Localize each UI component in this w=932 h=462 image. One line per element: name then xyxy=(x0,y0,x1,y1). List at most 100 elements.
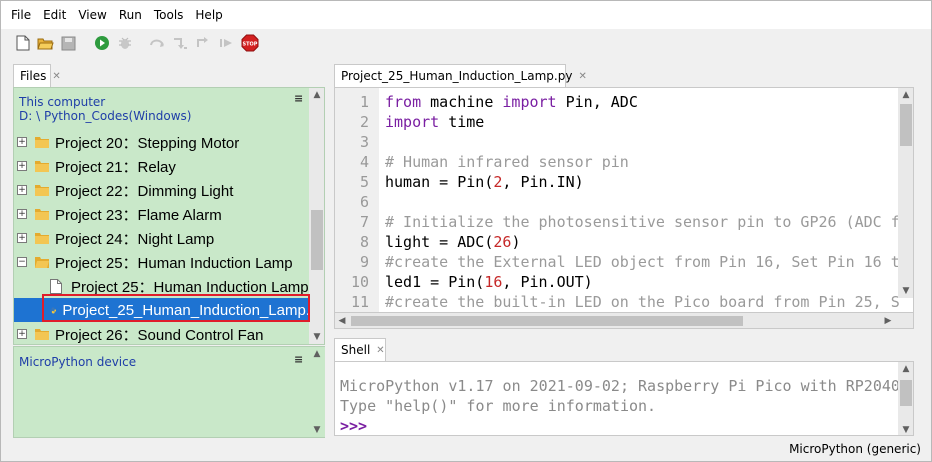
code-text: import time xyxy=(385,112,484,132)
shell-console[interactable]: MicroPython v1.17 on 2021-09-02; Raspber… xyxy=(334,361,914,436)
tree-row-project-26[interactable]: + Project 26：Sound Control Fan xyxy=(14,322,310,344)
file-tree: + Project 20：Stepping Motor + Project 21… xyxy=(14,130,310,344)
shell-scrollbar[interactable]: ▲ ▼ xyxy=(898,362,913,435)
step-out-icon[interactable] xyxy=(194,34,213,53)
tab-files[interactable]: Files ✕ xyxy=(13,64,61,87)
code-token: #create the External LED object from Pin… xyxy=(385,253,900,271)
folder-icon xyxy=(35,233,49,244)
expand-icon[interactable]: + xyxy=(17,161,27,171)
line-number: 10 xyxy=(350,273,369,291)
expand-icon[interactable]: + xyxy=(17,329,27,339)
code-text: led1 = Pin(16, Pin.OUT) xyxy=(385,272,593,292)
tab-editor-label: Project_25_Human_Induction_Lamp.py xyxy=(341,69,573,83)
code-token: led1 = Pin( xyxy=(385,273,485,291)
code-line[interactable]: 11 #create the built-in LED on the Pico b… xyxy=(335,292,913,312)
menu-tools[interactable]: Tools xyxy=(148,1,190,29)
code-line[interactable]: 10 led1 = Pin(16, Pin.OUT) xyxy=(335,272,913,292)
tab-shell[interactable]: Shell ✕ xyxy=(334,338,386,361)
expand-icon[interactable]: + xyxy=(17,185,27,195)
open-folder-icon[interactable] xyxy=(36,34,55,53)
code-text: human = Pin(2, Pin.IN) xyxy=(385,172,584,192)
expand-icon[interactable]: + xyxy=(17,209,27,219)
tree-row-project-25[interactable]: − Project 25：Human Induction Lamp xyxy=(14,250,310,274)
editor-hscrollbar[interactable]: ◀ ▶ xyxy=(334,313,914,329)
interpreter-selector[interactable]: MicroPython (generic) xyxy=(789,442,921,456)
new-file-icon[interactable] xyxy=(13,34,32,53)
code-editor[interactable]: 1 from machine import Pin, ADC 2 import tim… xyxy=(334,87,914,313)
shell-scrollbar-thumb[interactable] xyxy=(900,380,912,406)
debug-icon[interactable] xyxy=(115,34,134,53)
code-line[interactable]: 6 xyxy=(335,192,913,212)
scroll-up-icon[interactable]: ▲ xyxy=(898,88,913,102)
files-scrollbar-thumb[interactable] xyxy=(311,210,323,270)
location-title[interactable]: This computer xyxy=(19,95,191,109)
scroll-down-icon[interactable]: ▼ xyxy=(898,284,913,298)
shell-prompt[interactable]: >>> xyxy=(340,416,367,435)
resume-icon[interactable] xyxy=(217,34,236,53)
tree-row-project-25-file[interactable]: Project 25：Human Induction Lamp xyxy=(14,274,310,298)
tree-row-project-23[interactable]: + Project 23：Flame Alarm xyxy=(14,202,310,226)
tree-row-project-22[interactable]: + Project 22：Dimming Light xyxy=(14,178,310,202)
code-token: human = Pin( xyxy=(385,173,494,191)
expand-icon[interactable]: + xyxy=(17,137,27,147)
line-number: 3 xyxy=(359,133,369,151)
line-number: 5 xyxy=(359,173,369,191)
code-line[interactable]: 1 from machine import Pin, ADC xyxy=(335,92,913,112)
expand-icon[interactable]: + xyxy=(17,233,27,243)
menu-view[interactable]: View xyxy=(72,1,112,29)
tree-row-project-21[interactable]: + Project 21：Relay xyxy=(14,154,310,178)
line-number: 9 xyxy=(359,253,369,271)
step-into-icon[interactable] xyxy=(171,34,190,53)
line-number: 6 xyxy=(359,193,369,211)
device-title: MicroPython device xyxy=(19,355,137,369)
scroll-up-icon[interactable]: ▲ xyxy=(898,362,913,376)
close-icon[interactable]: ✕ xyxy=(52,71,60,82)
code-text: from machine import Pin, ADC xyxy=(385,92,638,112)
close-icon[interactable]: ✕ xyxy=(376,345,384,356)
editor-hscrollbar-thumb[interactable] xyxy=(351,316,743,326)
tree-row-label: Project 21：Relay xyxy=(55,158,176,176)
device-menu-icon[interactable]: ≡ xyxy=(294,353,303,366)
scroll-down-icon[interactable]: ▼ xyxy=(898,423,913,435)
scroll-up-icon[interactable]: ▲ xyxy=(309,347,325,361)
stop-icon[interactable]: STOP xyxy=(240,34,259,53)
code-line[interactable]: 7 # Initialize the photosensitive sensor … xyxy=(335,212,913,232)
line-number: 7 xyxy=(359,213,369,231)
editor-vscrollbar-thumb[interactable] xyxy=(900,104,912,146)
folder-icon xyxy=(35,185,49,196)
step-over-icon[interactable] xyxy=(148,34,167,53)
run-icon[interactable] xyxy=(92,34,111,53)
close-icon[interactable]: ✕ xyxy=(578,71,586,82)
device-scrollbar[interactable]: ▲ ▼ xyxy=(309,347,325,437)
scroll-up-icon[interactable]: ▲ xyxy=(309,88,324,102)
code-line[interactable]: 4 # Human infrared sensor pin xyxy=(335,152,913,172)
files-scrollbar[interactable]: ▲ ▼ xyxy=(309,88,324,344)
scroll-left-icon[interactable]: ◀ xyxy=(335,313,349,329)
code-line[interactable]: 9 #create the External LED object from Pi… xyxy=(335,252,913,272)
tab-editor-file[interactable]: Project_25_Human_Induction_Lamp.py ✕ xyxy=(334,64,587,87)
menu-edit[interactable]: Edit xyxy=(37,1,72,29)
toolbar: STOP xyxy=(1,29,931,57)
tree-row-python-file[interactable]: Project_25_Human_Induction_Lamp. xyxy=(14,298,310,322)
scroll-right-icon[interactable]: ▶ xyxy=(881,313,895,329)
code-line[interactable]: 5 human = Pin(2, Pin.IN) xyxy=(335,172,913,192)
folder-open-icon xyxy=(35,257,49,268)
menu-file[interactable]: File xyxy=(5,1,37,29)
files-pane: This computer D: \ Python_Codes(Windows)… xyxy=(13,87,325,345)
tree-row-project-24[interactable]: + Project 24：Night Lamp xyxy=(14,226,310,250)
status-bar: MicroPython (generic) xyxy=(1,438,931,461)
location-path[interactable]: D: \ Python_Codes(Windows) xyxy=(19,109,191,123)
code-line[interactable]: 2 import time xyxy=(335,112,913,132)
collapse-icon[interactable]: − xyxy=(17,257,27,267)
save-icon[interactable] xyxy=(59,34,78,53)
code-line[interactable]: 8 light = ADC(26) xyxy=(335,232,913,252)
files-menu-icon[interactable]: ≡ xyxy=(294,92,303,105)
editor-vscrollbar[interactable]: ▲ ▼ xyxy=(898,88,913,298)
menu-help[interactable]: Help xyxy=(189,1,228,29)
line-number: 1 xyxy=(359,93,369,111)
scroll-down-icon[interactable]: ▼ xyxy=(309,423,325,437)
tree-row-project-20[interactable]: + Project 20：Stepping Motor xyxy=(14,130,310,154)
menu-run[interactable]: Run xyxy=(113,1,148,29)
scroll-down-icon[interactable]: ▼ xyxy=(309,330,324,344)
code-line[interactable]: 3 xyxy=(335,132,913,152)
